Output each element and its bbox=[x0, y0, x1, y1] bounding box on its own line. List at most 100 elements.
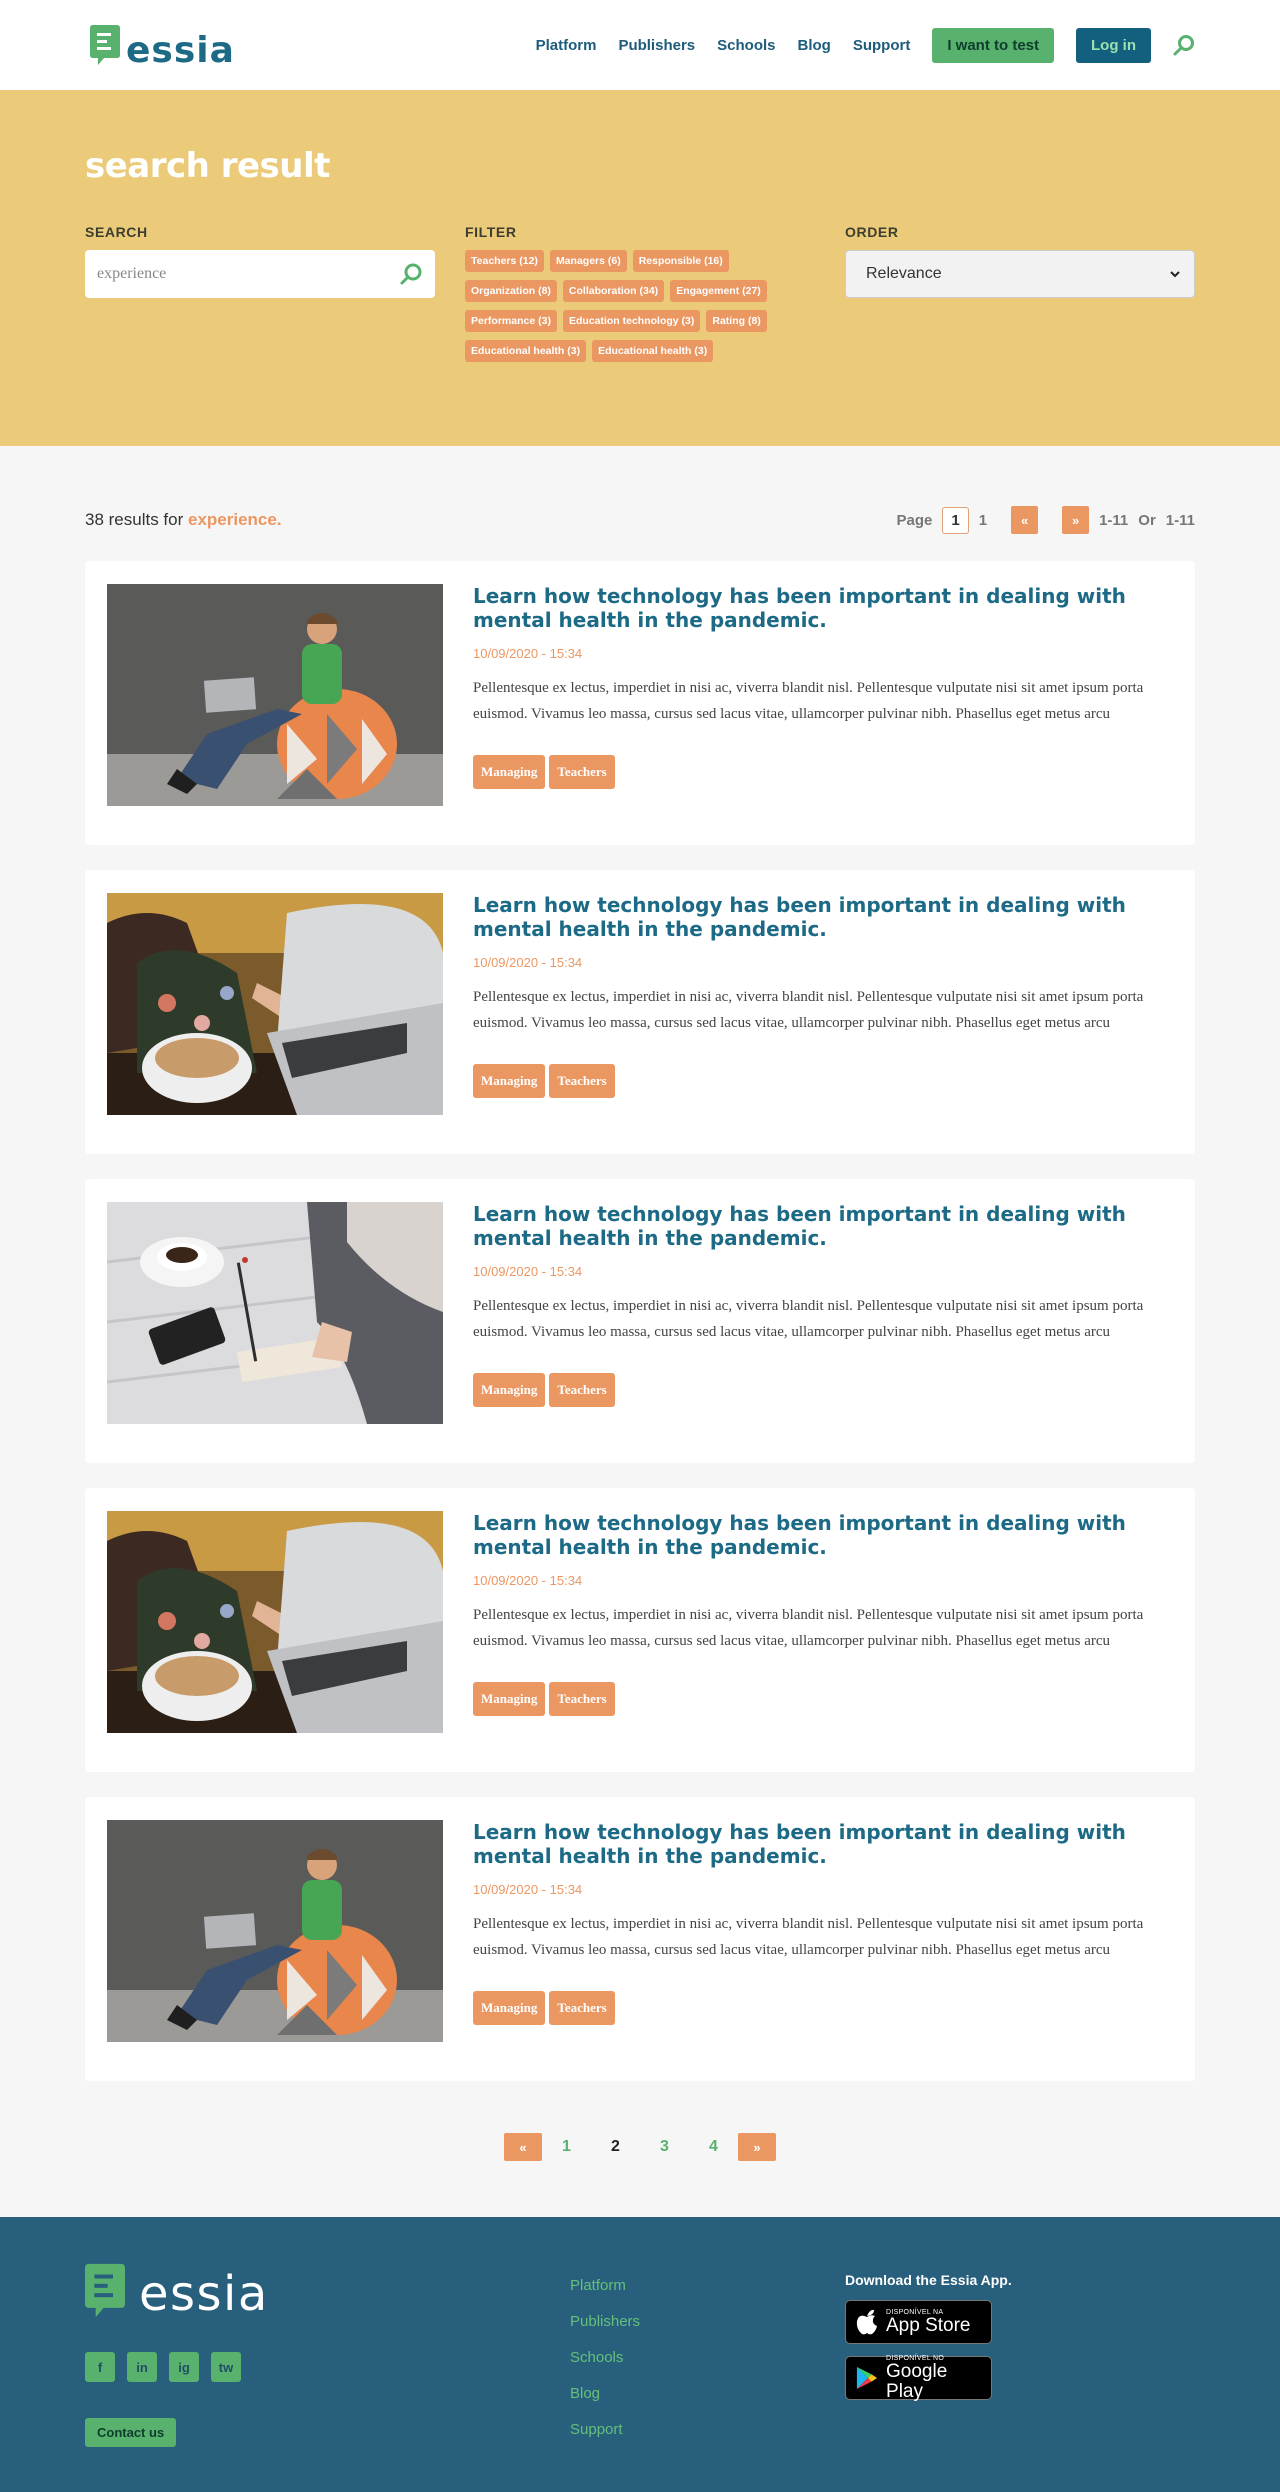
filter-chip[interactable]: Engagement (27) bbox=[670, 280, 767, 302]
result-card[interactable]: Learn how technology has been important … bbox=[85, 1797, 1195, 2081]
result-card[interactable]: Learn how technology has been important … bbox=[85, 1488, 1195, 1772]
logo-text: essia bbox=[126, 29, 235, 71]
prev-page-button[interactable]: « bbox=[1011, 506, 1039, 534]
footer-nav: Platform Publishers Schools Blog Support bbox=[570, 2277, 845, 2492]
article-image bbox=[107, 1820, 443, 2042]
or-text: Or bbox=[1138, 511, 1156, 529]
result-card[interactable]: Learn how technology has been important … bbox=[85, 1179, 1195, 1463]
filter-chip[interactable]: Educational health (3) bbox=[592, 340, 714, 362]
tag-button[interactable]: Teachers bbox=[549, 1064, 615, 1098]
tag-button[interactable]: Managing bbox=[473, 755, 546, 789]
app-store-text: App Store bbox=[886, 2314, 971, 2336]
app-download: Download the Essia App. DISPONÍVEL NA Ap… bbox=[845, 2263, 1012, 2492]
search-label: SEARCH bbox=[85, 224, 148, 240]
contact-button[interactable]: Contact us bbox=[85, 2418, 177, 2447]
filter-chip[interactable]: Performance (3) bbox=[465, 310, 557, 332]
tag-button[interactable]: Managing bbox=[473, 1991, 546, 2025]
tag-button[interactable]: Managing bbox=[473, 1682, 546, 1716]
logo-icon bbox=[90, 25, 120, 65]
search-column: SEARCH bbox=[85, 224, 465, 362]
search-box bbox=[85, 250, 435, 298]
page-label: Page bbox=[896, 511, 933, 529]
twitter-icon[interactable]: tw bbox=[211, 2352, 241, 2382]
current-page[interactable]: 1 bbox=[942, 506, 969, 534]
pager-top: Page 1 1 « » 1-11 Or 1-11 bbox=[897, 506, 1195, 534]
facebook-icon[interactable]: f bbox=[85, 2352, 115, 2382]
prev-page-button[interactable]: « bbox=[504, 2133, 542, 2161]
order-column: ORDER Relevance bbox=[845, 224, 1195, 362]
search-icon[interactable] bbox=[399, 262, 423, 286]
filter-label: FILTER bbox=[465, 224, 517, 240]
logo[interactable]: essia bbox=[90, 20, 235, 71]
article-title[interactable]: Learn how technology has been important … bbox=[473, 1820, 1163, 1868]
filter-chip[interactable]: Teachers (12) bbox=[465, 250, 544, 272]
footer-logo[interactable]: essia bbox=[85, 2263, 570, 2318]
instagram-icon[interactable]: ig bbox=[169, 2352, 199, 2382]
next-page-button[interactable]: » bbox=[738, 2133, 776, 2161]
nav-publishers[interactable]: Publishers bbox=[618, 37, 695, 54]
results-count: 38 results for experience. bbox=[85, 510, 282, 530]
nav-platform[interactable]: Platform bbox=[536, 37, 597, 54]
linkedin-icon[interactable]: in bbox=[127, 2352, 157, 2382]
article-title[interactable]: Learn how technology has been important … bbox=[473, 1202, 1163, 1250]
page-link-3[interactable]: 3 bbox=[640, 2138, 689, 2156]
footer-link-platform[interactable]: Platform bbox=[570, 2277, 845, 2294]
filter-chip[interactable]: Managers (6) bbox=[549, 250, 627, 272]
order-select[interactable]: Relevance bbox=[845, 250, 1195, 298]
page-link-1[interactable]: 1 bbox=[542, 2138, 591, 2156]
test-button[interactable]: I want to test bbox=[932, 27, 1054, 63]
footer-logo-text: essia bbox=[139, 2266, 269, 2322]
filter-chip[interactable]: Educational health (3) bbox=[465, 340, 587, 362]
article-image bbox=[107, 1202, 443, 1424]
article-title[interactable]: Learn how technology has been important … bbox=[473, 1511, 1163, 1559]
article-excerpt: Pellentesque ex lectus, imperdiet in nis… bbox=[473, 1298, 1144, 1340]
login-button[interactable]: Log in bbox=[1076, 27, 1151, 63]
article-title[interactable]: Learn how technology has been important … bbox=[473, 893, 1163, 941]
nav-blog[interactable]: Blog bbox=[798, 37, 831, 54]
next-page-button[interactable]: » bbox=[1062, 506, 1090, 534]
tag-button[interactable]: Managing bbox=[473, 1064, 546, 1098]
article-title[interactable]: Learn how technology has been important … bbox=[473, 584, 1163, 632]
results-count-text: 38 results for bbox=[85, 510, 184, 529]
filter-chip[interactable]: Organization (8) bbox=[465, 280, 557, 302]
google-play-badge[interactable]: DISPONÍVEL NO Google Play bbox=[845, 2355, 992, 2401]
google-play-icon bbox=[856, 2366, 878, 2390]
result-card[interactable]: Learn how technology has been important … bbox=[85, 870, 1195, 1154]
search-hero: search result SEARCH FILTER Teachers (12… bbox=[0, 90, 1280, 446]
app-store-badge[interactable]: DISPONÍVEL NA App Store bbox=[845, 2300, 992, 2344]
nav-schools[interactable]: Schools bbox=[717, 37, 775, 54]
page-link-2[interactable]: 2 bbox=[591, 2138, 640, 2156]
footer-link-blog[interactable]: Blog bbox=[570, 2385, 845, 2402]
result-card[interactable]: Learn how technology has been important … bbox=[85, 561, 1195, 845]
tag-button[interactable]: Teachers bbox=[549, 755, 615, 789]
article-date: 10/09/2020 - 15:34 bbox=[473, 1573, 583, 1588]
tag-button[interactable]: Teachers bbox=[549, 1991, 615, 2025]
footer-link-publishers[interactable]: Publishers bbox=[570, 2313, 845, 2330]
search-input[interactable] bbox=[97, 265, 377, 283]
page-link-4[interactable]: 4 bbox=[689, 2138, 738, 2156]
filter-chip[interactable]: Education technology (3) bbox=[562, 310, 701, 332]
range-text: 1-11 bbox=[1099, 511, 1129, 529]
article-date: 10/09/2020 - 15:34 bbox=[473, 646, 583, 661]
article-excerpt: Pellentesque ex lectus, imperdiet in nis… bbox=[473, 989, 1144, 1031]
page-title: search result bbox=[85, 146, 330, 186]
results-section: 38 results for experience. Page 1 1 « » … bbox=[0, 446, 1280, 2161]
article-image bbox=[107, 1511, 443, 1733]
tag-button[interactable]: Teachers bbox=[549, 1682, 615, 1716]
filter-chip[interactable]: Rating (8) bbox=[706, 310, 767, 332]
tag-button[interactable]: Teachers bbox=[549, 1373, 615, 1407]
nav-support[interactable]: Support bbox=[853, 37, 911, 54]
article-image bbox=[107, 584, 443, 806]
filter-chip[interactable]: Responsible (16) bbox=[632, 250, 729, 272]
order-value: Relevance bbox=[866, 265, 942, 282]
search-icon[interactable] bbox=[1173, 34, 1195, 56]
tag-button[interactable]: Managing bbox=[473, 1373, 546, 1407]
footer-link-schools[interactable]: Schools bbox=[570, 2349, 845, 2366]
site-footer: essia f in ig tw Contact us Platform Pub… bbox=[0, 2217, 1280, 2492]
search-term: experience. bbox=[188, 510, 282, 529]
footer-link-support[interactable]: Support bbox=[570, 2421, 845, 2438]
range-text-2: 1-11 bbox=[1165, 511, 1195, 529]
app-download-title: Download the Essia App. bbox=[845, 2272, 1012, 2288]
filter-chip[interactable]: Collaboration (34) bbox=[562, 280, 665, 302]
article-date: 10/09/2020 - 15:34 bbox=[473, 1882, 583, 1897]
